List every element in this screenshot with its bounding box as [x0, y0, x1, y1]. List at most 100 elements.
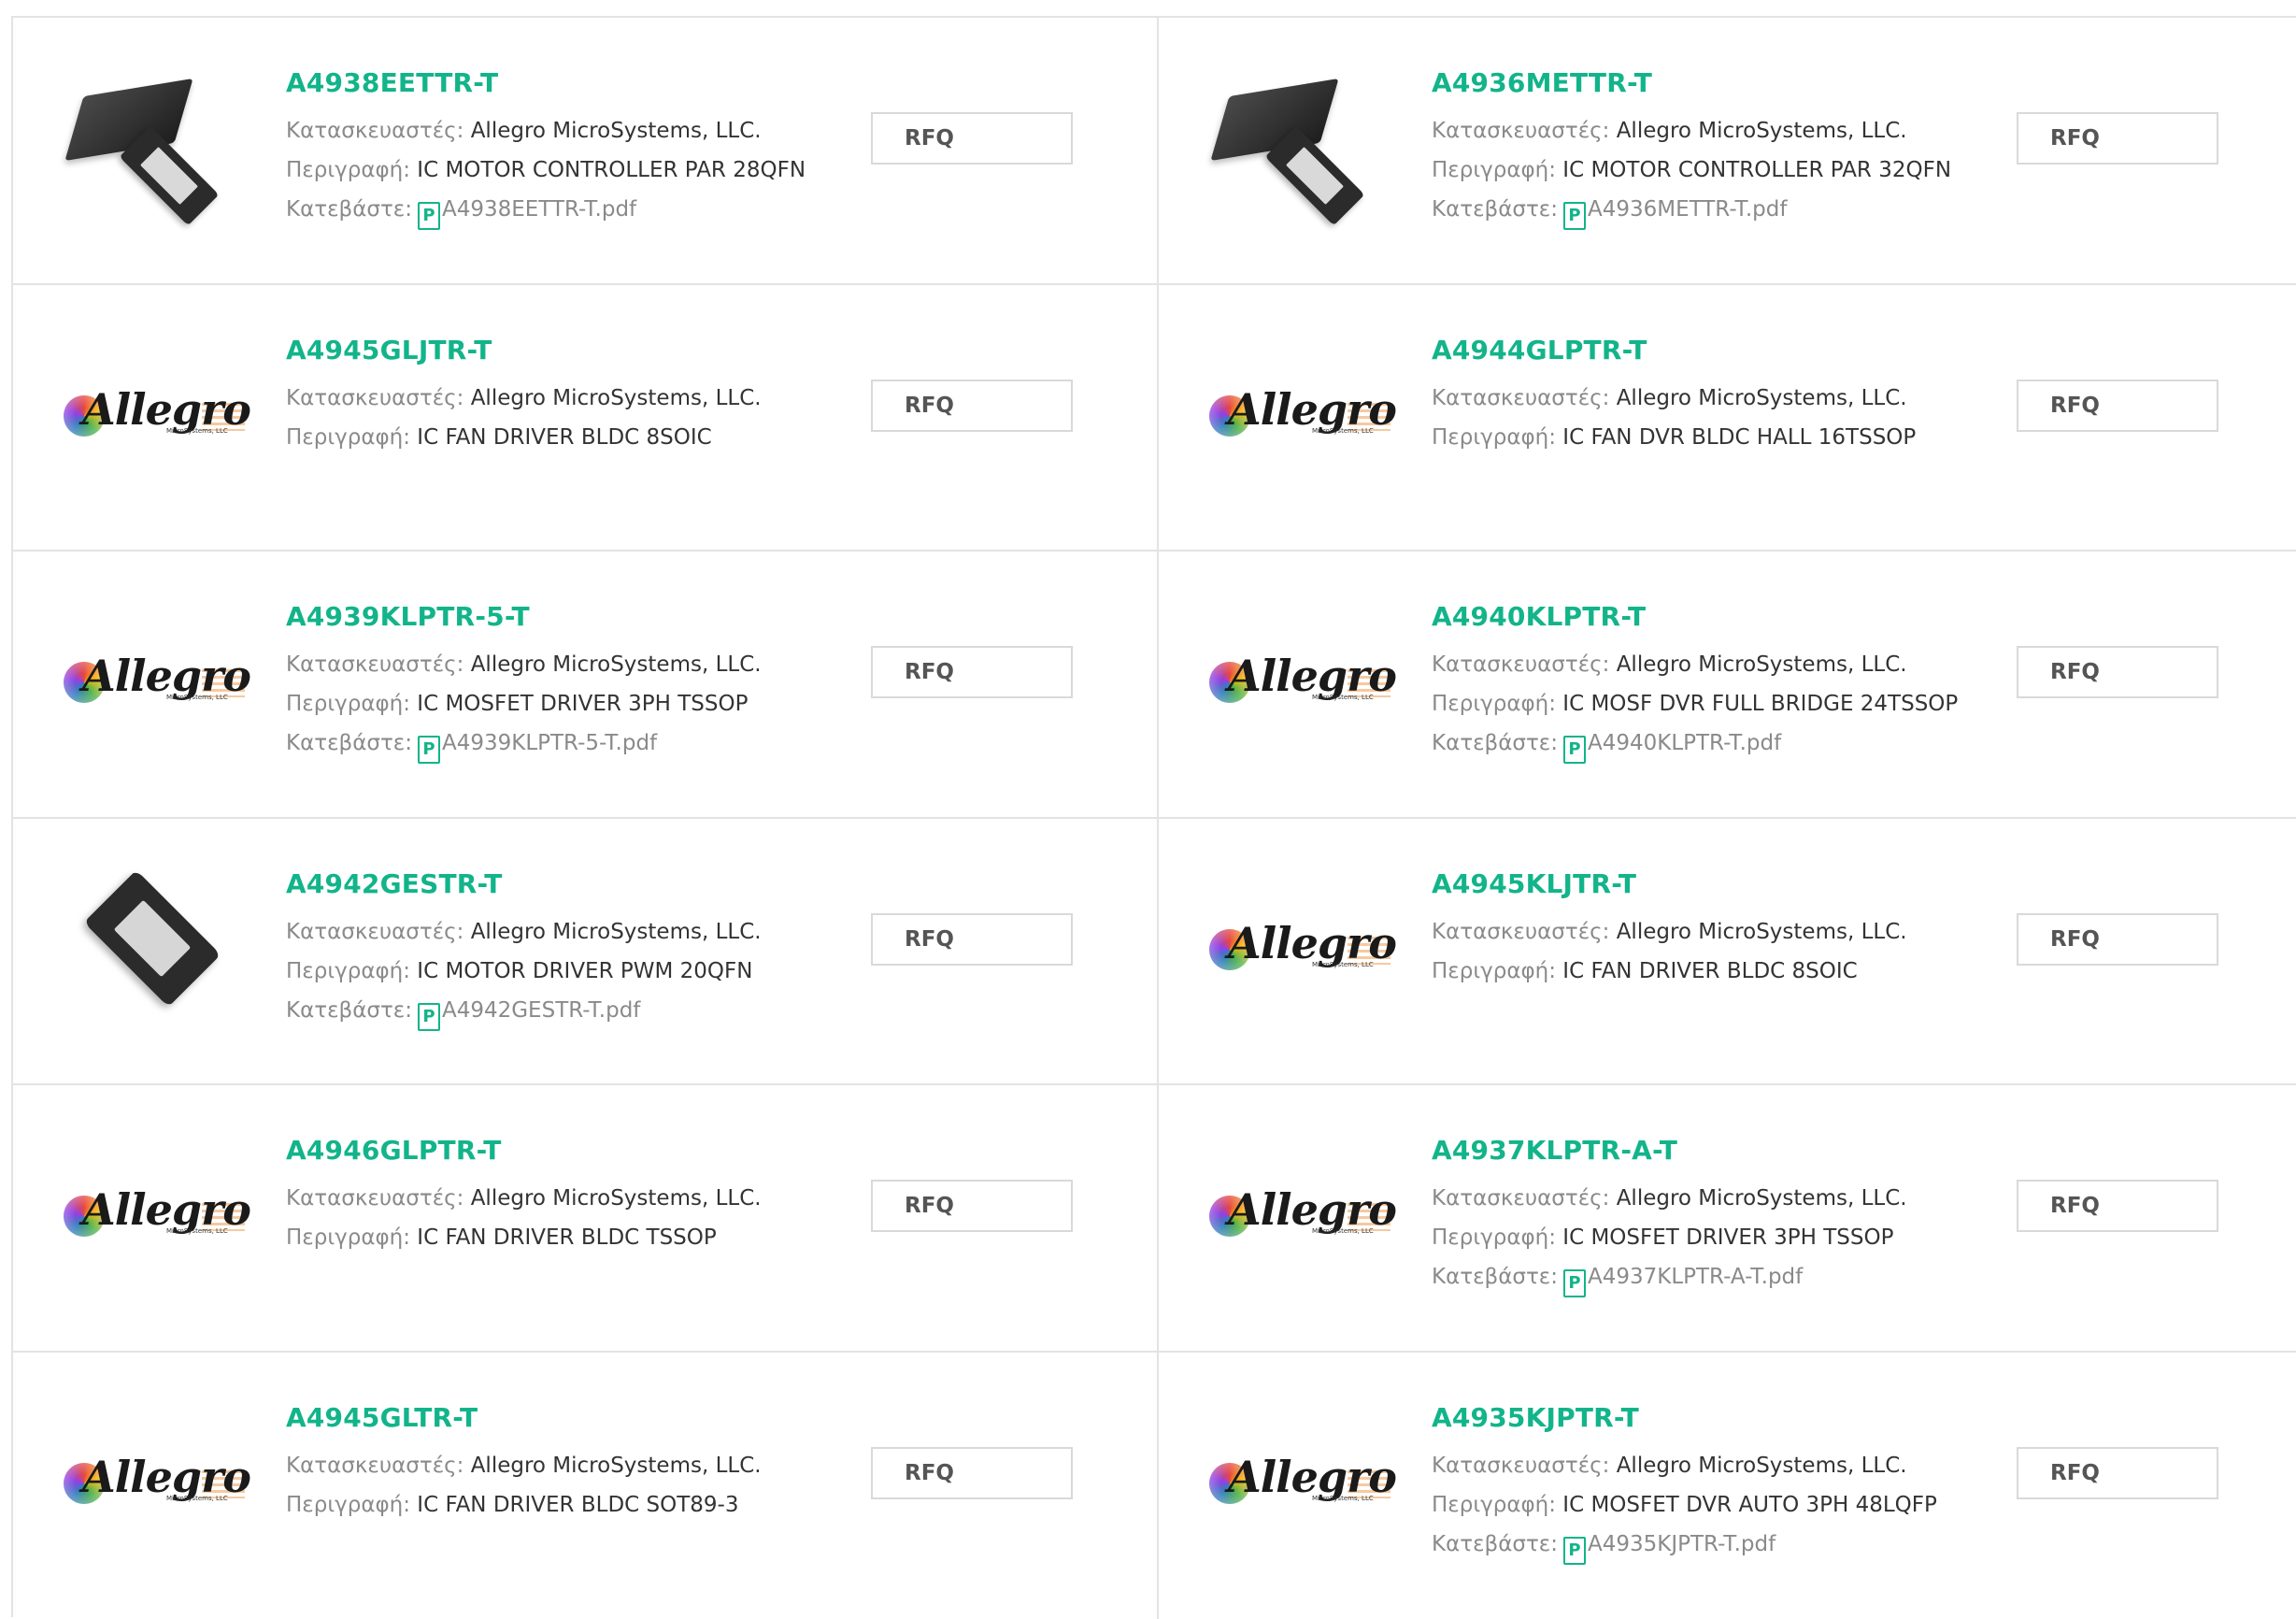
rfq-button[interactable]: RFQ — [871, 380, 1073, 432]
datasheet-link[interactable]: A4942GESTR-T.pdf — [442, 998, 640, 1023]
part-number-link[interactable]: A4940KLPTR-T — [1432, 598, 1955, 636]
rfq-button[interactable]: RFQ — [871, 1447, 1073, 1499]
download-label: Κατεβάστε: — [286, 731, 412, 755]
part-number-link[interactable]: A4939KLPTR-5-T — [286, 598, 809, 636]
pdf-icon[interactable]: P — [1563, 1537, 1586, 1565]
download-label: Κατεβάστε: — [1432, 731, 1558, 755]
product-image[interactable]: Allegro MicroSystems, LLC — [1205, 1126, 1392, 1295]
rfq-button[interactable]: RFQ — [871, 646, 1073, 698]
download-row: Κατεβάστε:PA4935KJPTR-T.pdf — [1432, 1525, 1955, 1565]
description-row: Περιγραφή: IC FAN DRIVER BLDC 8SOIC — [286, 418, 809, 457]
rfq-button[interactable]: RFQ — [2017, 1180, 2218, 1232]
qfn-chip-image — [64, 860, 242, 1028]
description-label: Περιγραφή: — [286, 158, 410, 182]
product-info: A4945GLJTR-T Κατασκευαστές: Allegro Micr… — [286, 332, 809, 457]
manufacturer-row: Κατασκευαστές: Allegro MicroSystems, LLC… — [1432, 111, 1955, 150]
part-number-link[interactable]: A4937KLPTR-A-T — [1432, 1132, 1955, 1169]
product-image[interactable]: Allegro MicroSystems, LLC — [60, 1126, 247, 1295]
part-number-link[interactable]: A4936METTR-T — [1432, 64, 1955, 102]
product-card: Allegro MicroSystems, LLC A4945KLJTR-T Κ… — [1159, 819, 2296, 1086]
datasheet-link[interactable]: A4936METTR-T.pdf — [1588, 197, 1788, 222]
product-image[interactable]: Allegro MicroSystems, LLC — [1205, 860, 1392, 1028]
manufacturer-row: Κατασκευαστές: Allegro MicroSystems, LLC… — [1432, 645, 1955, 684]
allegro-logo: Allegro MicroSystems, LLC — [1207, 916, 1390, 972]
description-value: IC MOSFET DRIVER 3PH TSSOP — [1562, 1225, 1893, 1250]
qfn-chip-pair-image — [1210, 59, 1388, 227]
pdf-icon[interactable]: P — [1563, 202, 1586, 230]
product-image[interactable]: Allegro MicroSystems, LLC — [1205, 326, 1392, 494]
manufacturer-value: Allegro MicroSystems, LLC. — [1617, 652, 1907, 677]
product-card: Allegro MicroSystems, LLC A4944GLPTR-T Κ… — [1159, 285, 2296, 552]
rfq-button[interactable]: RFQ — [2017, 1447, 2218, 1499]
rfq-button[interactable]: RFQ — [2017, 646, 2218, 698]
product-image[interactable]: Allegro MicroSystems, LLC — [60, 593, 247, 761]
manufacturer-label: Κατασκευαστές: — [1432, 119, 1609, 143]
part-number-link[interactable]: A4946GLPTR-T — [286, 1132, 809, 1169]
rfq-button[interactable]: RFQ — [2017, 112, 2218, 165]
product-image[interactable] — [60, 860, 247, 1028]
description-label: Περιγραφή: — [286, 1493, 410, 1517]
logo-subtext: MicroSystems, LLC — [1312, 694, 1374, 701]
part-number-link[interactable]: A4945GLJTR-T — [286, 332, 809, 369]
description-value: IC FAN DRIVER BLDC 8SOIC — [1562, 959, 1857, 983]
datasheet-link[interactable]: A4939KLPTR-5-T.pdf — [442, 731, 657, 755]
product-image[interactable]: Allegro MicroSystems, LLC — [60, 1394, 247, 1562]
part-number-link[interactable]: A4938EETTR-T — [286, 64, 809, 102]
rfq-button[interactable]: RFQ — [2017, 380, 2218, 432]
manufacturer-label: Κατασκευαστές: — [1432, 920, 1609, 944]
download-row: Κατεβάστε:PA4938EETTR-T.pdf — [286, 190, 809, 230]
pdf-icon[interactable]: P — [1563, 1269, 1586, 1297]
logo-subtext: MicroSystems, LLC — [166, 694, 228, 701]
description-row: Περιγραφή: IC MOSFET DRIVER 3PH TSSOP — [286, 684, 809, 724]
allegro-logo: Allegro MicroSystems, LLC — [1207, 382, 1390, 438]
description-label: Περιγραφή: — [1432, 692, 1556, 716]
product-image[interactable]: Allegro MicroSystems, LLC — [1205, 593, 1392, 761]
description-row: Περιγραφή: IC MOTOR CONTROLLER PAR 28QFN — [286, 150, 809, 190]
part-number-link[interactable]: A4945KLJTR-T — [1432, 866, 1955, 903]
product-card: A4938EETTR-T Κατασκευαστές: Allegro Micr… — [13, 18, 1159, 285]
part-number-link[interactable]: A4935KJPTR-T — [1432, 1399, 1955, 1437]
product-info: A4936METTR-T Κατασκευαστές: Allegro Micr… — [1432, 64, 1955, 230]
description-label: Περιγραφή: — [1432, 959, 1556, 983]
manufacturer-label: Κατασκευαστές: — [1432, 386, 1609, 410]
logo-subtext: MicroSystems, LLC — [166, 427, 228, 435]
description-label: Περιγραφή: — [286, 1225, 410, 1250]
datasheet-link[interactable]: A4938EETTR-T.pdf — [442, 197, 636, 222]
description-label: Περιγραφή: — [286, 959, 410, 983]
part-number-link[interactable]: A4945GLTR-T — [286, 1399, 809, 1437]
manufacturer-value: Allegro MicroSystems, LLC. — [471, 1186, 762, 1211]
rfq-button[interactable]: RFQ — [2017, 913, 2218, 966]
product-info: A4939KLPTR-5-T Κατασκευαστές: Allegro Mi… — [286, 598, 809, 764]
rfq-button[interactable]: RFQ — [871, 112, 1073, 165]
manufacturer-value: Allegro MicroSystems, LLC. — [1617, 386, 1907, 410]
allegro-logo: Allegro MicroSystems, LLC — [62, 382, 245, 438]
product-card: A4936METTR-T Κατασκευαστές: Allegro Micr… — [1159, 18, 2296, 285]
manufacturer-value: Allegro MicroSystems, LLC. — [471, 119, 762, 143]
datasheet-link[interactable]: A4940KLPTR-T.pdf — [1588, 731, 1781, 755]
description-label: Περιγραφή: — [1432, 1225, 1556, 1250]
part-number-link[interactable]: A4944GLPTR-T — [1432, 332, 1955, 369]
pdf-icon[interactable]: P — [1563, 736, 1586, 764]
rfq-button[interactable]: RFQ — [871, 913, 1073, 966]
product-info: A4946GLPTR-T Κατασκευαστές: Allegro Micr… — [286, 1132, 809, 1257]
pdf-icon[interactable]: P — [418, 202, 440, 230]
description-row: Περιγραφή: IC MOSFET DRIVER 3PH TSSOP — [1432, 1218, 1955, 1257]
datasheet-link[interactable]: A4937KLPTR-A-T.pdf — [1588, 1265, 1803, 1289]
datasheet-link[interactable]: A4935KJPTR-T.pdf — [1588, 1532, 1775, 1556]
product-image[interactable]: Allegro MicroSystems, LLC — [60, 326, 247, 494]
product-card: A4942GESTR-T Κατασκευαστές: Allegro Micr… — [13, 819, 1159, 1086]
pdf-icon[interactable]: P — [418, 1003, 440, 1031]
part-number-link[interactable]: A4942GESTR-T — [286, 866, 809, 903]
allegro-logo: Allegro MicroSystems, LLC — [1207, 649, 1390, 705]
product-info: A4945KLJTR-T Κατασκευαστές: Allegro Micr… — [1432, 866, 1955, 991]
description-label: Περιγραφή: — [286, 425, 410, 450]
product-card: Allegro MicroSystems, LLC A4935KJPTR-T Κ… — [1159, 1353, 2296, 1619]
pdf-icon[interactable]: P — [418, 736, 440, 764]
logo-subtext: MicroSystems, LLC — [1312, 961, 1374, 968]
description-row: Περιγραφή: IC MOTOR DRIVER PWM 20QFN — [286, 952, 809, 991]
product-image[interactable]: Allegro MicroSystems, LLC — [1205, 1394, 1392, 1562]
product-image[interactable] — [60, 59, 247, 227]
rfq-button[interactable]: RFQ — [871, 1180, 1073, 1232]
product-image[interactable] — [1205, 59, 1392, 227]
manufacturer-value: Allegro MicroSystems, LLC. — [471, 386, 762, 410]
